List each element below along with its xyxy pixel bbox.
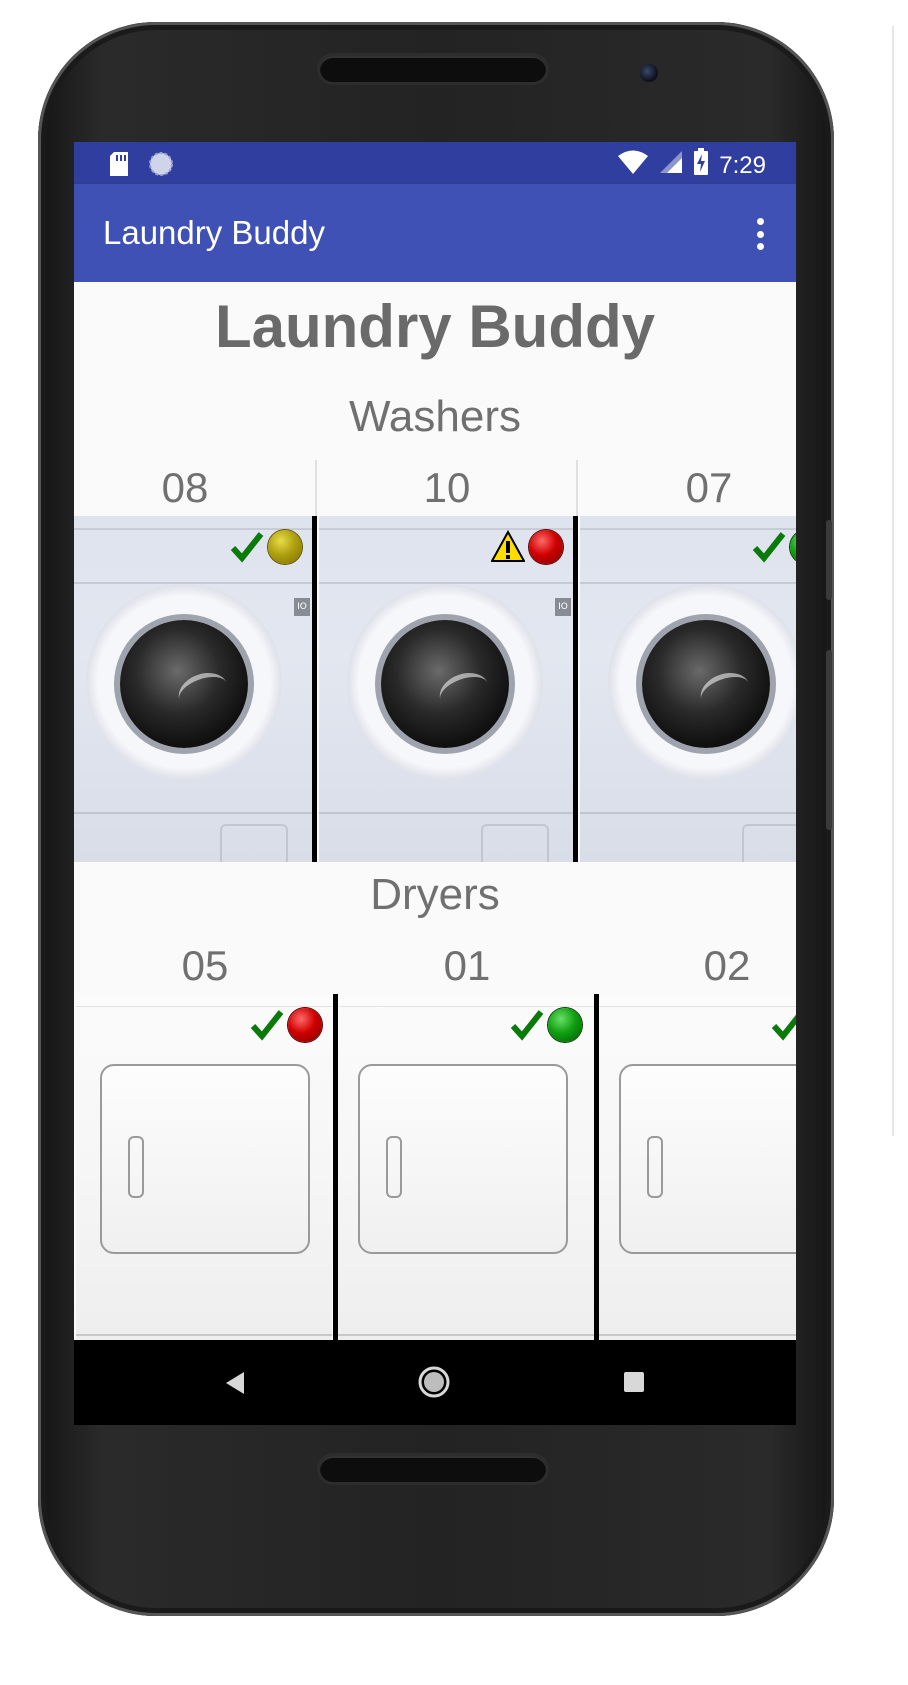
red-light-icon [288,1008,322,1042]
cell-signal-icon [659,150,683,181]
battery-charging-icon [693,148,709,183]
page-edge-line [892,26,894,1136]
status-bar: 7:29 [74,142,796,184]
dryer-handle [128,1136,144,1198]
main-content: Laundry Buddy Washers 08 10 07 IO IO Dry… [74,282,796,1340]
navigation-bar [74,1340,796,1425]
home-icon[interactable] [416,1364,452,1400]
dryer-handle [647,1136,663,1198]
bottom-speaker [320,1456,546,1482]
washers-section-title: Washers [349,392,521,441]
front-camera [640,64,658,82]
check-icon [250,1010,284,1041]
washer-door [86,584,282,780]
green-light-icon [790,530,796,564]
top-speaker [320,56,546,82]
red-light-icon [529,530,563,564]
dryer-handle [386,1136,402,1198]
washer-door [608,584,796,780]
yellow-light-icon [268,530,302,564]
dryer-door [619,1064,796,1254]
dryer-card-01[interactable] [338,994,594,1340]
sd-card-icon [108,151,130,181]
dryer-number: 05 [181,942,229,989]
dryers-section-title: Dryers [370,870,500,919]
sync-icon [148,151,174,181]
check-icon [752,532,786,563]
column-divider [315,460,317,516]
dryer-number: 02 [703,942,751,989]
power-button [826,650,832,830]
warning-icon [491,530,525,562]
machine-separator [573,516,578,862]
device-screen: 7:29 Laundry Buddy Laundry Buddy Washers… [74,142,796,1425]
volume-button [826,520,832,600]
check-icon [510,1010,544,1041]
check-icon [771,1014,796,1041]
clock: 7:29 [719,151,766,179]
recents-icon[interactable] [622,1370,646,1394]
washer-card-07[interactable] [580,516,796,862]
page-title: Laundry Buddy [214,293,655,360]
washer-card-10[interactable]: IO [319,516,573,862]
app-bar: Laundry Buddy [74,184,796,282]
check-icon [230,532,264,563]
app-bar-title: Laundry Buddy [103,214,325,251]
column-divider [576,460,578,516]
dryer-number: 01 [443,942,491,989]
more-vert-icon[interactable] [754,218,766,250]
green-light-icon [548,1008,582,1042]
washer-number: 10 [423,464,471,511]
wifi-icon [617,149,649,182]
washer-number: 07 [685,464,733,511]
washer-card-08[interactable]: IO [74,516,312,862]
dryer-card-05[interactable] [76,994,332,1340]
washer-door [347,584,543,780]
back-icon[interactable] [222,1370,246,1396]
washer-number: 08 [161,464,209,511]
machine-separator [312,516,317,862]
dryer-card-02[interactable] [599,994,796,1340]
